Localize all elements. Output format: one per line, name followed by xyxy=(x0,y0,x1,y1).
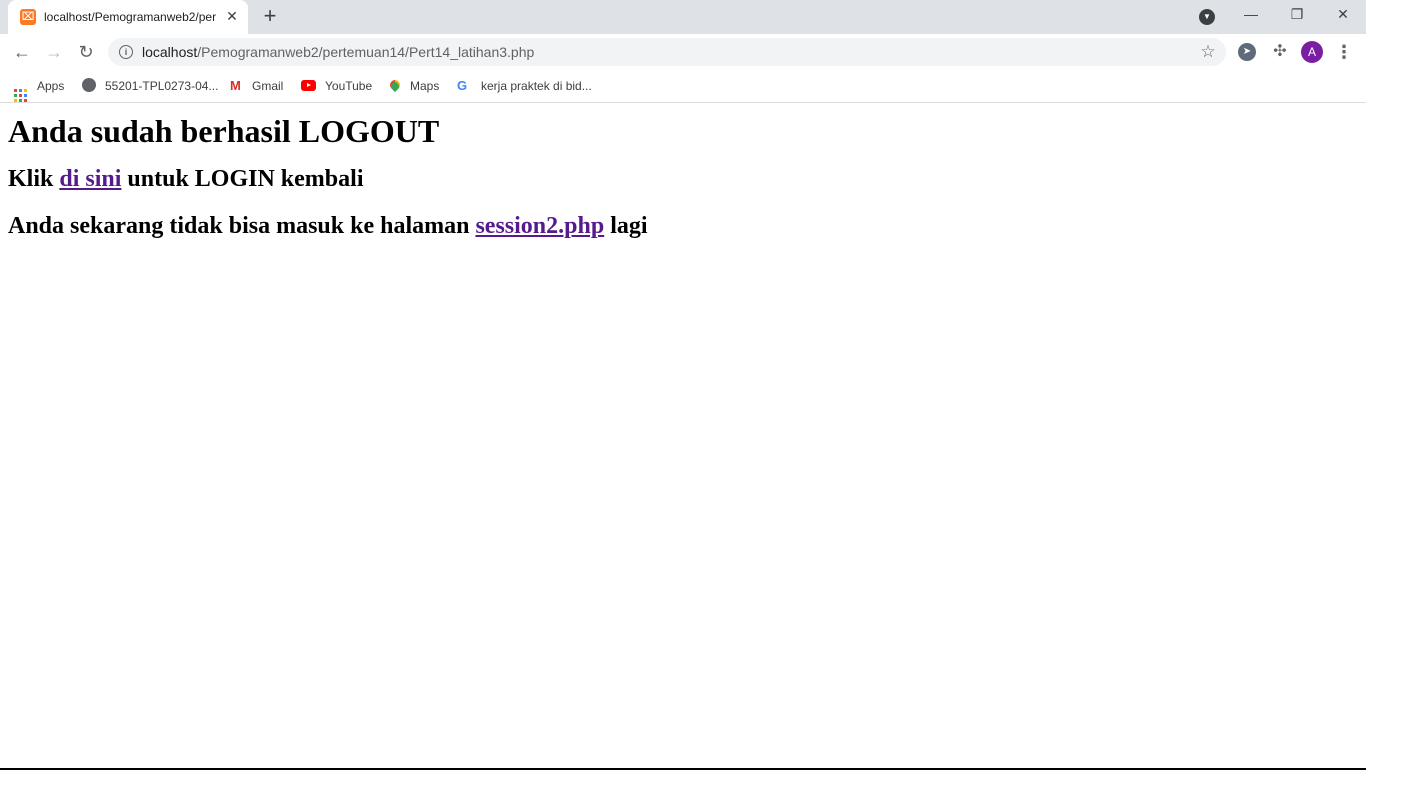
toolbar: ← → ↻ i localhost/Pemogramanweb2/pertemu… xyxy=(0,34,1366,70)
maximize-button[interactable]: ❐ xyxy=(1274,0,1320,30)
xampp-favicon-icon: ⌧ xyxy=(20,9,36,25)
line2-suffix: lagi xyxy=(604,213,648,239)
minimize-button[interactable]: — xyxy=(1228,0,1274,30)
browser-window: ⌧ localhost/Pemogramanweb2/pertemuan14/P… xyxy=(0,0,1366,770)
page-content: Anda sudah berhasil LOGOUT Klik di sini … xyxy=(0,103,1366,766)
bookmark-label: Gmail xyxy=(252,79,284,93)
tab-active[interactable]: ⌧ localhost/Pemogramanweb2/pertemuan14/P… xyxy=(8,0,248,34)
close-window-button[interactable]: ✕ xyxy=(1320,0,1366,30)
session-info-line: Anda sekarang tidak bisa masuk ke halama… xyxy=(8,212,1358,240)
page-heading: Anda sudah berhasil LOGOUT xyxy=(8,113,440,149)
bookmark-label: Apps xyxy=(37,79,65,93)
extension-cursor-icon[interactable]: ➤ xyxy=(1238,43,1256,61)
bookmarks-bar: Apps 55201-TPL0273-04... M Gmail YouTube … xyxy=(0,70,1366,103)
bookmark-gmail[interactable]: M Gmail xyxy=(230,76,283,96)
line2-prefix: Anda sekarang tidak bisa masuk ke halama… xyxy=(8,213,476,239)
new-tab-button[interactable]: + xyxy=(258,5,282,29)
login-again-line: Klik di sini untuk LOGIN kembali xyxy=(8,165,1358,193)
bookmark-label: kerja praktek di bid... xyxy=(481,79,592,93)
maps-icon xyxy=(387,77,403,93)
reload-icon[interactable]: ↻ xyxy=(72,38,100,66)
bookmark-star-icon[interactable]: ☆ xyxy=(1198,42,1218,62)
gmail-icon: M xyxy=(230,78,241,93)
address-bar[interactable]: i localhost/Pemogramanweb2/pertemuan14/P… xyxy=(108,38,1226,66)
globe-icon xyxy=(82,78,96,92)
bookmark-apps[interactable]: Apps xyxy=(14,76,65,102)
session2-link[interactable]: session2.php xyxy=(475,213,604,239)
bookmark-youtube[interactable]: YouTube xyxy=(301,76,372,96)
youtube-icon xyxy=(301,80,316,91)
url-path: /Pemogramanweb2/pertemuan14/Pert14_latih… xyxy=(197,44,535,60)
bookmark-label: 55201-TPL0273-04... xyxy=(105,79,219,93)
tab-title: localhost/Pemogramanweb2/pertemuan14/Per… xyxy=(44,10,216,24)
line1-suffix: untuk LOGIN kembali xyxy=(121,166,364,192)
tab-search-icon[interactable]: ▼ xyxy=(1199,9,1215,25)
bookmark-kerja-praktek[interactable]: Gkerja praktek di bid... xyxy=(457,76,592,96)
forward-arrow-icon[interactable]: → xyxy=(40,38,68,66)
url-host: localhost xyxy=(142,44,198,60)
bookmark-tpl[interactable]: 55201-TPL0273-04... xyxy=(82,76,218,96)
site-info-icon[interactable]: i xyxy=(119,45,133,59)
profile-avatar[interactable]: A xyxy=(1301,41,1323,63)
back-arrow-icon[interactable]: ← xyxy=(8,38,36,66)
line1-prefix: Klik xyxy=(8,166,60,192)
extensions-puzzle-icon[interactable]: ✣ xyxy=(1270,42,1290,62)
tab-strip: ⌧ localhost/Pemogramanweb2/pertemuan14/P… xyxy=(0,0,1366,34)
tab-close-icon[interactable]: ✕ xyxy=(224,8,240,24)
url-text[interactable]: localhost/Pemogramanweb2/pertemuan14/Per… xyxy=(142,44,534,60)
apps-grid-icon xyxy=(14,89,27,102)
login-link[interactable]: di sini xyxy=(59,166,121,192)
bookmark-label: Maps xyxy=(410,79,440,93)
menu-kebab-icon[interactable]: ⋮ xyxy=(1334,40,1354,64)
bookmark-maps[interactable]: Maps xyxy=(387,76,440,96)
bookmark-label: YouTube xyxy=(325,79,373,93)
google-icon: G xyxy=(457,78,468,93)
